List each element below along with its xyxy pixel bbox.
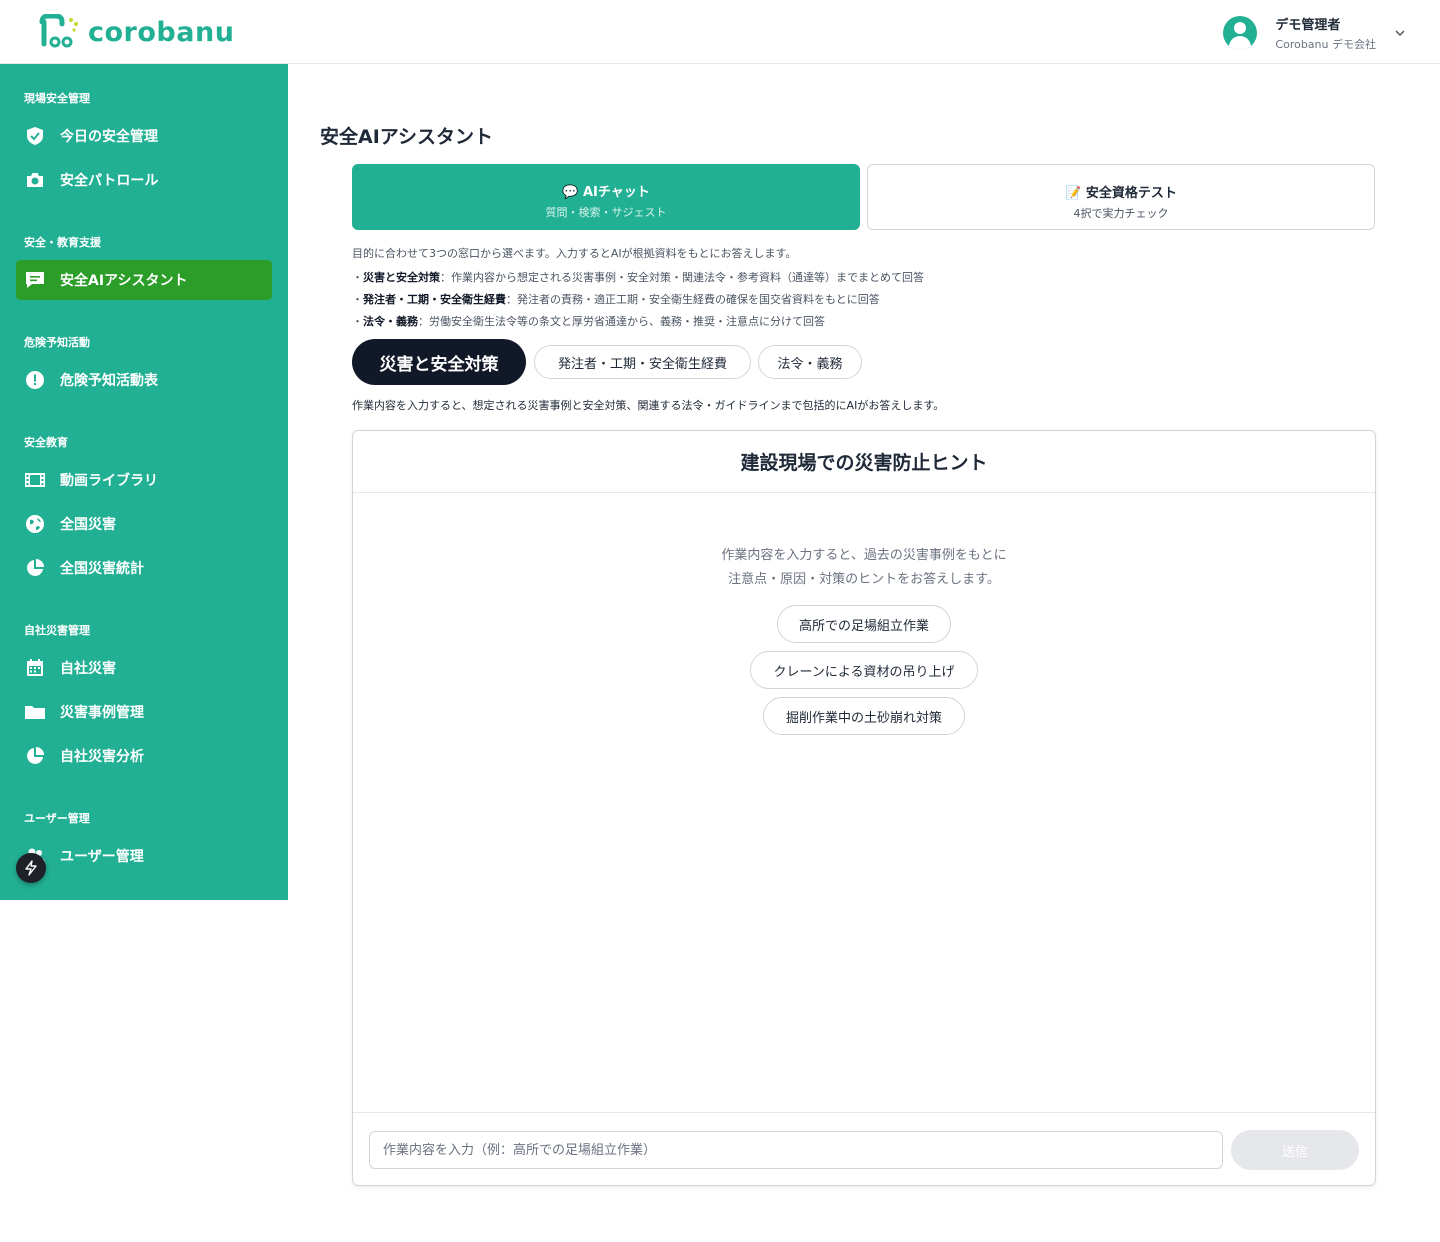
- logo-mark-icon: [39, 14, 78, 48]
- chat-input-bar: 送信: [353, 1112, 1375, 1186]
- bullet-prefix: ・: [352, 293, 363, 306]
- camera-icon: [24, 169, 46, 191]
- user-avatar-icon: [1223, 16, 1258, 50]
- suggestion-crane[interactable]: クレーンによる資材の吊り上げ: [750, 651, 978, 689]
- logo[interactable]: corobanu: [38, 14, 234, 50]
- intro-text: 目的に合わせて3つの窓口から選べます。入力するとAIが根拠資料をもとにお答えしま…: [352, 247, 797, 260]
- user-name: デモ管理者: [1275, 18, 1341, 33]
- sidebar-item-label: 災害事例管理: [60, 705, 144, 721]
- bullet-desc: ：作業内容から想定される災害事例・安全対策・関連法令・参考資料（通達等）までまと…: [440, 271, 924, 284]
- page-title: 安全AIアシスタント: [320, 126, 494, 148]
- bullet-desc: ：労働安全衛生法令等の条文と厚労省通達から、義務・推奨・注意点に分けて回答: [418, 315, 825, 328]
- alert-icon: [24, 369, 46, 391]
- folder-icon: [24, 701, 46, 723]
- hint-line: 注意点・原因・対策のヒントをお答えします。: [728, 572, 1000, 587]
- sidebar-section-label: 安全教育: [24, 436, 68, 449]
- sidebar-item-national-disasters[interactable]: 全国災害: [16, 504, 272, 544]
- tab-safety-qualification-test[interactable]: 📝 安全資格テスト 4択で実力チェック: [867, 164, 1375, 230]
- sidebar-section-label: 自社災害管理: [24, 624, 90, 637]
- sidebar-item-risk-prediction[interactable]: 危険予知活動表: [16, 360, 272, 400]
- bullet-laws-obligations: ・法令・義務：労働安全衛生法令等の条文と厚労省通達から、義務・推奨・注意点に分け…: [352, 313, 825, 329]
- bullet-client-schedule-cost: ・発注者・工期・安全衛生経費：発注者の責務・適正工期・安全衛生経費の確保を国交省…: [352, 291, 880, 307]
- sidebar-item-label: 全国災害統計: [60, 561, 144, 577]
- sidebar-item-disaster-case-management[interactable]: 災害事例管理: [16, 692, 272, 732]
- chip-description: 作業内容を入力すると、想定される災害事例と安全対策、関連する法令・ガイドラインま…: [352, 399, 945, 412]
- chip-laws-obligations[interactable]: 法令・義務: [758, 345, 862, 379]
- tab-title: 📝 安全資格テスト: [1065, 186, 1177, 201]
- sidebar-item-label: ユーザー管理: [60, 849, 144, 865]
- tab-title: 💬 AIチャット: [562, 185, 650, 200]
- sidebar-item-company-disaster-analysis[interactable]: 自社災害分析: [16, 736, 272, 776]
- user-company: Corobanu デモ会社: [1275, 38, 1376, 51]
- chat-input[interactable]: [369, 1131, 1223, 1169]
- sidebar: 現場安全管理 今日の安全管理 安全パトロール 安全・教育支援 安全AIアシスタン…: [0, 64, 288, 900]
- chevron-down-icon: [1395, 30, 1405, 37]
- sidebar-item-label: 安全AIアシスタント: [60, 273, 188, 289]
- user-menu[interactable]: デモ管理者 Corobanu デモ会社: [1223, 14, 1406, 52]
- sidebar-section-label: 現場安全管理: [24, 92, 90, 105]
- send-button[interactable]: 送信: [1231, 1130, 1359, 1170]
- sidebar-section-label: ユーザー管理: [24, 812, 90, 825]
- lightning-icon: [25, 860, 37, 876]
- pie-chart-icon: [24, 557, 46, 579]
- sidebar-item-label: 今日の安全管理: [60, 129, 158, 145]
- tab-subtitle: 4択で実力チェック: [1073, 207, 1169, 220]
- calendar-icon: [24, 657, 46, 679]
- chat-panel: 建設現場での災害防止ヒント 作業内容を入力すると、過去の災害事例をもとに 注意点…: [352, 430, 1376, 1186]
- bullet-term: 法令・義務: [363, 315, 418, 328]
- tab-ai-chat[interactable]: 💬 AIチャット 質問・検索・サジェスト: [352, 164, 860, 230]
- sidebar-item-today-safety[interactable]: 今日の安全管理: [16, 116, 272, 156]
- sidebar-item-label: 自社災害: [60, 661, 116, 677]
- sidebar-item-safety-patrol[interactable]: 安全パトロール: [16, 160, 272, 200]
- suggestion-scaffold[interactable]: 高所での足場組立作業: [777, 605, 951, 643]
- sidebar-item-label: 自社災害分析: [60, 749, 144, 765]
- logo-text: corobanu: [88, 16, 235, 48]
- bullet-desc: ：発注者の責務・適正工期・安全衛生経費の確保を国交省資料をもとに回答: [506, 293, 880, 306]
- top-header: corobanu デモ管理者 Corobanu デモ会社: [0, 0, 1440, 64]
- sidebar-item-national-disaster-stats[interactable]: 全国災害統計: [16, 548, 272, 588]
- sidebar-item-label: 全国災害: [60, 517, 116, 533]
- sidebar-item-safety-ai-assistant[interactable]: 安全AIアシスタント: [16, 260, 272, 300]
- pie-chart-icon: [24, 745, 46, 767]
- hint-line: 作業内容を入力すると、過去の災害事例をもとに: [721, 548, 1007, 563]
- globe-icon: [24, 513, 46, 535]
- sidebar-item-user-management[interactable]: ユーザー管理: [16, 836, 272, 876]
- sidebar-item-video-library[interactable]: 動画ライブラリ: [16, 460, 272, 500]
- sidebar-item-label: 動画ライブラリ: [60, 473, 158, 489]
- bullet-term: 災害と安全対策: [363, 271, 440, 284]
- chip-client-schedule-cost[interactable]: 発注者・工期・安全衛生経費: [534, 345, 751, 379]
- sidebar-item-label: 安全パトロール: [60, 173, 159, 189]
- sidebar-section-label: 危険予知活動: [24, 336, 90, 349]
- bullet-disaster-safety: ・災害と安全対策：作業内容から想定される災害事例・安全対策・関連法令・参考資料（…: [352, 269, 924, 285]
- bullet-prefix: ・: [352, 315, 363, 328]
- chat-icon: [24, 269, 46, 291]
- film-icon: [24, 469, 46, 491]
- chip-disaster-safety[interactable]: 災害と安全対策: [352, 339, 526, 385]
- suggestion-excavation[interactable]: 掘削作業中の土砂崩れ対策: [763, 697, 965, 735]
- shield-check-icon: [24, 125, 46, 147]
- sidebar-section-label: 安全・教育支援: [24, 236, 101, 249]
- quick-action-button[interactable]: [16, 853, 46, 883]
- panel-title: 建設現場での災害防止ヒント: [353, 431, 1375, 493]
- bullet-term: 発注者・工期・安全衛生経費: [363, 293, 506, 306]
- bullet-prefix: ・: [352, 271, 363, 284]
- tab-subtitle: 質問・検索・サジェスト: [545, 206, 667, 219]
- sidebar-item-company-disasters[interactable]: 自社災害: [16, 648, 272, 688]
- sidebar-item-label: 危険予知活動表: [60, 373, 158, 389]
